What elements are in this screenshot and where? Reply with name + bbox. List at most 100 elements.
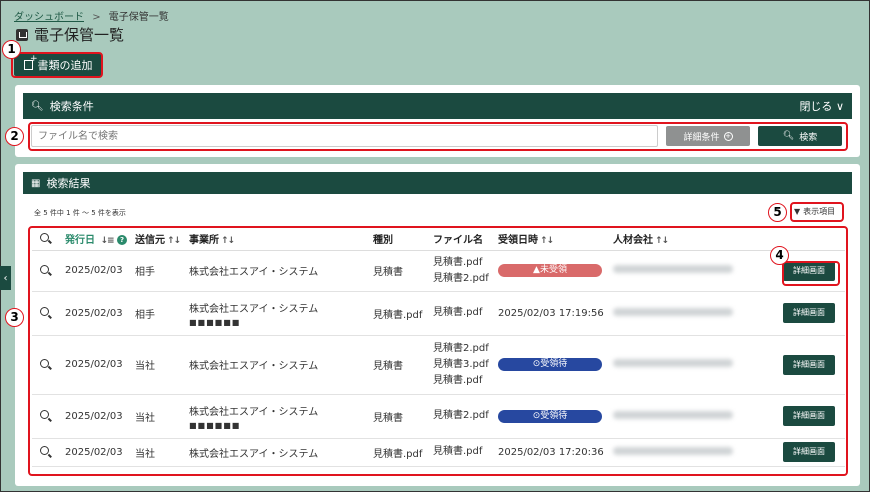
page-title-text: 電子保管一覧 (34, 26, 125, 44)
breadcrumb-dashboard-link[interactable]: ダッシュボード (14, 12, 84, 23)
breadcrumb: ダッシュボード > 電子保管一覧 (14, 8, 169, 23)
office-cell: 株式会社エスアイ・システム (189, 438, 373, 467)
action-cell: 詳細画面 (783, 291, 845, 336)
filename-cell: 見積書.pdf 見積書2.pdf (433, 250, 498, 292)
results-panel-header: ▦ 検索結果 (23, 172, 852, 194)
preview-column-header (32, 228, 65, 251)
results-panel-title: 検索結果 (46, 177, 91, 190)
file-link[interactable]: 見積書3.pdf (433, 357, 498, 373)
staffing-company-cell (613, 438, 783, 467)
file-link[interactable]: 見積書2.pdf (433, 408, 498, 424)
detail-screen-button[interactable]: 詳細画面 (783, 406, 835, 426)
type-cell: 見積書.pdf (373, 438, 433, 467)
search-row: 詳細条件 + 🔍︎ 検索 (31, 125, 845, 147)
received-header[interactable]: 受領日時 ↑↓ (498, 228, 613, 251)
preview-cell[interactable] (32, 335, 65, 395)
search-button-label: 検索 (799, 132, 818, 143)
preview-cell[interactable] (32, 394, 65, 439)
search-panel-header: 🔍︎ 検索条件 閉じる ∨ (23, 93, 852, 119)
collapse-search-toggle[interactable]: 閉じる ∨ (799, 98, 844, 114)
office-cell: 株式会社エスアイ・システム (189, 335, 373, 395)
filename-search-input[interactable] (31, 125, 658, 147)
file-link[interactable]: 見積書2.pdf (433, 271, 498, 287)
received-cell: ⊙受領待 (498, 335, 613, 395)
filename-header: ファイル名 (433, 228, 498, 251)
received-cell: ⊙受領待 (498, 394, 613, 439)
file-link[interactable]: 見積書.pdf (433, 444, 498, 460)
callout-4: 4 (770, 246, 789, 265)
table-row: 2025/02/03 当社 株式会社エスアイ・システム ■■■■■■ 見積書 見積… (32, 394, 845, 439)
file-link[interactable]: 見積書.pdf (433, 305, 498, 321)
display-items-button[interactable]: ▼ 表示項目 (794, 206, 835, 217)
issue-date-cell: 2025/02/03 (65, 438, 135, 467)
staffing-company-header[interactable]: 人材会社 ↑↓ (613, 228, 783, 251)
filename-cell: 見積書.pdf (433, 291, 498, 336)
sort-desc-icon: ↓≡ (100, 236, 114, 247)
staffing-company-cell (613, 250, 783, 292)
type-cell: 見積書 (373, 250, 433, 292)
zoom-icon (40, 232, 49, 242)
detail-screen-button[interactable]: 詳細画面 (783, 442, 835, 462)
sidebar-toggle[interactable]: ‹ (0, 266, 11, 290)
action-header (783, 228, 845, 251)
redacted-text (613, 307, 733, 316)
preview-cell[interactable] (32, 438, 65, 467)
preview-cell[interactable] (32, 250, 65, 292)
issue-date-cell: 2025/02/03 (65, 250, 135, 292)
office-branch: ■■■■■■ (189, 317, 241, 327)
search-button[interactable]: 🔍︎ 検索 (758, 126, 842, 146)
office-branch: ■■■■■■ (189, 420, 241, 430)
received-header-label: 受領日時 (498, 235, 538, 247)
breadcrumb-current: 電子保管一覧 (108, 12, 169, 23)
file-link[interactable]: 見積書.pdf (433, 255, 498, 271)
detail-screen-button[interactable]: 詳細画面 (783, 260, 835, 281)
staffing-company-cell (613, 394, 783, 439)
action-cell: 詳細画面 (783, 394, 845, 439)
type-cell: 見積書 (373, 335, 433, 395)
issue-date-header[interactable]: 発行日 ↓≡ ? (65, 228, 135, 251)
detail-screen-button[interactable]: 詳細画面 (783, 354, 835, 375)
help-icon[interactable]: ? (117, 235, 128, 246)
received-cell: 2025/02/03 17:19:56 (498, 291, 613, 336)
display-items-label: 表示項目 (803, 207, 836, 216)
office-name: 株式会社エスアイ・システム (189, 303, 319, 315)
plus-circle-icon: + (723, 131, 733, 141)
zoom-icon (40, 358, 49, 368)
table-row: 2025/02/03 相手 株式会社エスアイ・システム 見積書 見積書.pdf 見… (32, 250, 845, 292)
office-header[interactable]: 事業所 ↑↓ (189, 228, 373, 251)
preview-cell[interactable] (32, 291, 65, 336)
search-icon: 🔍︎ (782, 131, 795, 141)
redacted-text (613, 410, 733, 419)
office-cell: 株式会社エスアイ・システム ■■■■■■ (189, 394, 373, 439)
action-cell: 詳細画面 (783, 438, 845, 467)
filter-icon: ▼ (794, 207, 801, 216)
office-header-label: 事業所 (189, 235, 219, 247)
staffing-company-cell (613, 291, 783, 336)
sort-icon: ↑↓ (167, 236, 181, 247)
action-cell: 詳細画面 (783, 335, 845, 395)
issue-date-header-label: 発行日 (65, 235, 95, 247)
callout-3: 3 (5, 308, 24, 327)
detail-conditions-button[interactable]: 詳細条件 + (666, 126, 750, 146)
collapse-label: 閉じる (799, 100, 833, 113)
sender-cell: 相手 (135, 250, 189, 292)
callout-5: 5 (768, 203, 787, 222)
file-link[interactable]: 見積書.pdf (433, 373, 498, 389)
callout-1: 1 (2, 40, 21, 59)
file-link[interactable]: 見積書2.pdf (433, 341, 498, 357)
staffing-company-header-label: 人材会社 (613, 235, 653, 247)
zoom-icon (40, 307, 49, 316)
add-document-button[interactable]: 書類の追加 (14, 54, 102, 76)
sender-cell: 当社 (135, 394, 189, 439)
breadcrumb-separator: > (92, 12, 101, 23)
detail-screen-button[interactable]: 詳細画面 (783, 303, 835, 323)
office-name: 株式会社エスアイ・システム (189, 406, 319, 418)
add-document-icon (23, 54, 38, 70)
redacted-text (613, 359, 733, 367)
sender-header[interactable]: 送信元 ↑↓ (135, 228, 189, 251)
page-title: 電子保管一覧 (16, 24, 124, 45)
action-cell: 詳細画面 (783, 250, 845, 292)
sender-cell: 当社 (135, 335, 189, 395)
issue-date-cell: 2025/02/03 (65, 394, 135, 439)
table-row: 2025/02/03 当社 株式会社エスアイ・システム 見積書 見積書2.pdf… (32, 335, 845, 395)
